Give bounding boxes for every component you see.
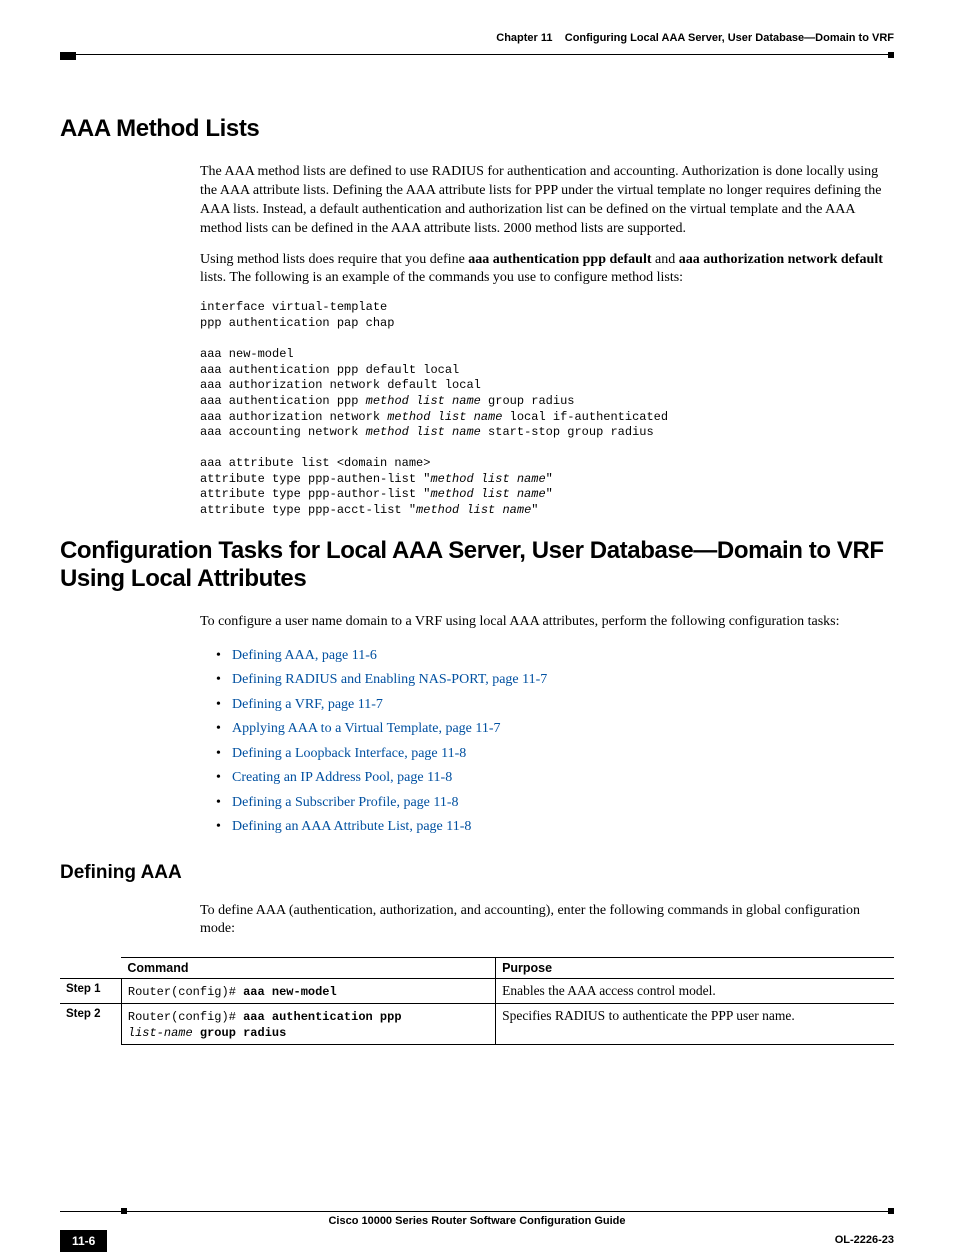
- step-label: Step 2: [60, 1004, 121, 1045]
- header-cap-left: [60, 52, 76, 60]
- table-row: Step 2 Router(config)# aaa authenticatio…: [60, 1004, 894, 1045]
- list-item: Defining an AAA Attribute List, page 11-…: [216, 815, 894, 840]
- code-block: interface virtual-template ppp authentic…: [200, 300, 894, 518]
- section-heading-aaa-method-lists: AAA Method Lists: [60, 115, 894, 143]
- page-number-badge: 11-6: [60, 1230, 107, 1252]
- footer-book-title: Cisco 10000 Series Router Software Confi…: [60, 1212, 894, 1227]
- link-creating-ip-pool[interactable]: Creating an IP Address Pool, page 11-8: [232, 770, 452, 785]
- paragraph: To define AAA (authentication, authoriza…: [200, 902, 894, 940]
- link-applying-aaa[interactable]: Applying AAA to a Virtual Template, page…: [232, 721, 501, 736]
- footer-cap-right: [888, 1208, 894, 1214]
- purpose-cell: Specifies RADIUS to authenticate the PPP…: [496, 1004, 894, 1045]
- purpose-cell: Enables the AAA access control model.: [496, 979, 894, 1004]
- link-defining-loopback[interactable]: Defining a Loopback Interface, page 11-8: [232, 746, 466, 761]
- list-item: Defining a Loopback Interface, page 11-8: [216, 742, 894, 767]
- link-defining-radius[interactable]: Defining RADIUS and Enabling NAS-PORT, p…: [232, 672, 547, 687]
- header-rule: [60, 54, 894, 55]
- command-table: Command Purpose Step 1 Router(config)# a…: [60, 957, 894, 1045]
- paragraph: To configure a user name domain to a VRF…: [200, 613, 894, 632]
- header-cap-right: [888, 52, 894, 58]
- link-defining-subscriber[interactable]: Defining a Subscriber Profile, page 11-8: [232, 795, 459, 810]
- list-item: Defining a Subscriber Profile, page 11-8: [216, 791, 894, 816]
- command-column-header: Command: [121, 958, 495, 979]
- document-id: OL-2226-23: [835, 1234, 894, 1246]
- table-header-row: Command Purpose: [60, 958, 894, 979]
- content-area: AAA Method Lists The AAA method lists ar…: [60, 115, 894, 1045]
- command-cell: Router(config)# aaa new-model: [121, 979, 495, 1004]
- list-item: Creating an IP Address Pool, page 11-8: [216, 766, 894, 791]
- step-label: Step 1: [60, 979, 121, 1004]
- page-header: Chapter 11 Configuring Local AAA Server,…: [60, 32, 894, 44]
- command-cell: Router(config)# aaa authentication pppli…: [121, 1004, 495, 1045]
- chapter-title: Configuring Local AAA Server, User Datab…: [565, 32, 894, 44]
- list-item: Defining a VRF, page 11-7: [216, 693, 894, 718]
- step-column-header: [60, 958, 121, 979]
- purpose-column-header: Purpose: [496, 958, 894, 979]
- paragraph: The AAA method lists are defined to use …: [200, 163, 894, 239]
- subsection-heading-defining-aaa: Defining AAA: [60, 862, 894, 884]
- page-footer: Cisco 10000 Series Router Software Confi…: [60, 1211, 894, 1227]
- link-defining-vrf[interactable]: Defining a VRF, page 11-7: [232, 697, 383, 712]
- document-page: Chapter 11 Configuring Local AAA Server,…: [0, 0, 954, 1235]
- link-defining-aaa[interactable]: Defining AAA, page 11-6: [232, 648, 377, 663]
- chapter-label: Chapter 11: [496, 32, 552, 44]
- task-list: Defining AAA, page 11-6 Defining RADIUS …: [216, 644, 894, 840]
- list-item: Applying AAA to a Virtual Template, page…: [216, 717, 894, 742]
- footer-rule: Cisco 10000 Series Router Software Confi…: [60, 1211, 894, 1227]
- footer-cap-left: [121, 1208, 127, 1214]
- section-heading-config-tasks: Configuration Tasks for Local AAA Server…: [60, 537, 894, 593]
- list-item: Defining RADIUS and Enabling NAS-PORT, p…: [216, 668, 894, 693]
- paragraph: Using method lists does require that you…: [200, 251, 894, 289]
- link-defining-attr-list[interactable]: Defining an AAA Attribute List, page 11-…: [232, 819, 471, 834]
- list-item: Defining AAA, page 11-6: [216, 644, 894, 669]
- table-row: Step 1 Router(config)# aaa new-model Ena…: [60, 979, 894, 1004]
